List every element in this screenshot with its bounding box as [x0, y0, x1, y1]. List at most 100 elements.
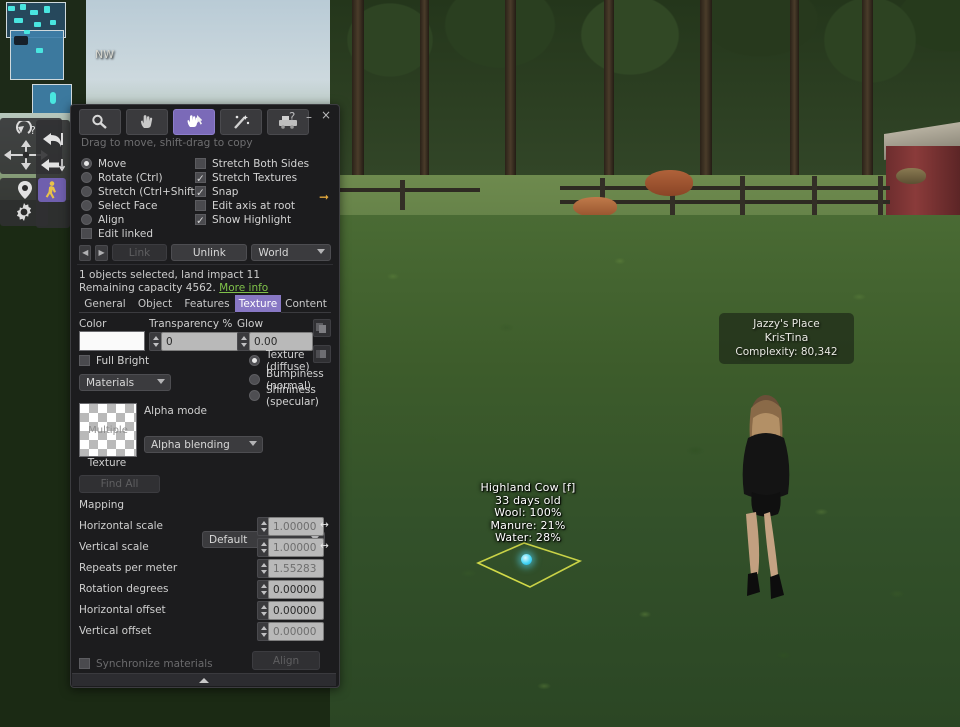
selection-info-line1: 1 objects selected, land impact 11	[79, 269, 261, 281]
horizontal-scale-input[interactable]: 1.00000	[268, 517, 324, 536]
tab-texture[interactable]: Texture	[235, 295, 281, 312]
horizontal-scale-link-icon[interactable]: ↔	[320, 519, 329, 531]
find-all-button[interactable]: Find All	[79, 475, 160, 493]
selection-info-line2: Remaining capacity 4562. More info	[79, 282, 268, 295]
walk-run-toggle-icon[interactable]	[38, 178, 66, 202]
undo-icon[interactable]	[39, 130, 65, 150]
rotation-degrees-input[interactable]: 0.00000	[268, 580, 324, 599]
cow	[573, 197, 617, 217]
link-row[interactable]: ◀ ▶ Link Unlink World	[79, 244, 331, 261]
fence-post	[878, 176, 883, 220]
tab-features[interactable]: Features	[179, 295, 235, 313]
alpha-mode-select[interactable]: Alpha blending	[144, 436, 263, 453]
prev-object-button[interactable]: ◀	[79, 244, 92, 261]
link-button[interactable]: Link	[111, 244, 168, 261]
unlink-button[interactable]: Unlink	[171, 244, 248, 261]
fence-rail	[560, 186, 890, 190]
texture-swatch[interactable]: Multiple	[79, 403, 137, 457]
checkbox-edit-axis-at-root[interactable]: Edit axis at root	[195, 199, 335, 213]
back-arrow-icon[interactable]	[39, 156, 65, 174]
land-tool[interactable]	[267, 109, 309, 135]
gear-icon[interactable]	[14, 202, 34, 222]
repeats-per-meter-input[interactable]: 1.55283	[268, 559, 324, 578]
materials-value: Materials	[86, 376, 135, 389]
checkbox-stretch-textures[interactable]: ✓ Stretch Textures	[195, 171, 335, 185]
minimap-object	[50, 20, 56, 25]
materials-select[interactable]: Materials	[79, 374, 171, 391]
minimap-object	[8, 6, 15, 11]
checkbox-full-bright[interactable]: Full Bright	[79, 354, 149, 368]
radio-icon	[249, 355, 260, 367]
radio-label: Rotate (Ctrl)	[98, 171, 163, 184]
radio-label: Stretch (Ctrl+Shift)	[98, 185, 199, 198]
minimize-button[interactable]: –	[306, 110, 312, 124]
floater-titlebar[interactable]: ? – ×	[71, 105, 339, 135]
avatar-nametag[interactable]: Jazzy's Place KrisTina Complexity: 80,34…	[719, 313, 854, 364]
edit-tool[interactable]	[173, 109, 215, 135]
minimap-avatar	[50, 92, 56, 104]
color-label: Color	[79, 318, 107, 330]
snap-settings-arrow-icon[interactable]: ➞	[319, 190, 329, 204]
tab-object[interactable]: Object	[131, 295, 179, 313]
rotation-degrees-label: Rotation degrees	[79, 583, 169, 595]
hovertext-line: Water: 28%	[495, 531, 561, 544]
radio-move[interactable]: Move	[81, 157, 201, 171]
close-button[interactable]: ×	[321, 108, 331, 122]
radio-align[interactable]: Align	[81, 213, 201, 227]
collapse-panel-button[interactable]	[72, 673, 336, 686]
camera-rotate-icon[interactable]: ?	[16, 121, 38, 137]
radio-stretch[interactable]: Stretch (Ctrl+Shift)	[81, 185, 201, 199]
checkbox-show-highlight[interactable]: ✓ Show Highlight	[195, 213, 335, 227]
radio-icon	[81, 172, 92, 184]
minimap-object	[30, 10, 38, 15]
create-tool[interactable]	[220, 109, 262, 135]
radio-select-face[interactable]: Select Face	[81, 199, 201, 213]
vertical-offset-input[interactable]: 0.00000	[268, 622, 324, 641]
edit-option-checkboxes[interactable]: Stretch Both Sides ✓ Stretch Textures ✓ …	[195, 157, 335, 227]
radio-shininess-specular[interactable]: Shininess (specular)	[249, 384, 339, 408]
tree-trunk	[604, 0, 614, 200]
minimap-object	[14, 18, 23, 23]
more-info-link[interactable]: More info	[219, 282, 268, 294]
selection-info: 1 objects selected, land impact 11 Remai…	[79, 269, 268, 294]
vertical-scale-input[interactable]: 1.00000	[268, 538, 324, 557]
tree-trunk	[862, 0, 873, 190]
hovertext-line: Highland Cow [f]	[480, 481, 576, 494]
radio-icon	[81, 186, 92, 198]
align-button[interactable]: Align	[252, 651, 320, 670]
next-object-button[interactable]: ▶	[95, 244, 108, 261]
focus-tool[interactable]	[79, 109, 121, 135]
color-swatch[interactable]	[79, 331, 145, 351]
checkbox-stretch-both-sides[interactable]: Stretch Both Sides	[195, 157, 335, 171]
tab-general[interactable]: General	[79, 295, 131, 313]
grab-tool[interactable]	[126, 109, 168, 135]
copy-texture-button[interactable]	[313, 319, 331, 337]
radio-rotate[interactable]: Rotate (Ctrl)	[81, 171, 201, 185]
checkbox-synchronize-materials[interactable]: Synchronize materials	[79, 657, 213, 671]
checkbox-icon: ✓	[195, 214, 206, 228]
tab-strip[interactable]: General Object Features Texture Content	[79, 295, 331, 313]
cow	[645, 170, 693, 196]
edit-mode-radios[interactable]: Move Rotate (Ctrl) Stretch (Ctrl+Shift) …	[81, 157, 201, 241]
checkbox-edit-linked[interactable]: Edit linked	[81, 227, 201, 241]
vertical-scale-link-icon[interactable]: ↔	[320, 540, 329, 552]
help-button[interactable]: ?	[289, 110, 295, 124]
reference-frame-select[interactable]: World	[251, 244, 331, 261]
radio-texture-diffuse[interactable]: Texture (diffuse)	[249, 349, 339, 373]
tab-content[interactable]: Content	[281, 295, 331, 313]
minimap[interactable]	[0, 0, 86, 113]
remaining-capacity-text: Remaining capacity 4562.	[79, 281, 220, 294]
checkbox-snap[interactable]: ✓ Snap	[195, 185, 335, 199]
transparency-label: Transparency %	[149, 318, 233, 330]
horizontal-offset-label: Horizontal offset	[79, 604, 166, 616]
movement-bar[interactable]	[36, 120, 70, 228]
radio-icon	[249, 390, 260, 402]
build-tools-floater[interactable]: ? – × Drag to move, shift-drag to copy M…	[70, 104, 340, 688]
tool-buttons[interactable]	[79, 109, 309, 135]
vertical-offset-label: Vertical offset	[79, 625, 152, 637]
avatar[interactable]	[726, 392, 806, 642]
transparency-input[interactable]: 0	[161, 332, 239, 351]
location-pin-icon[interactable]	[16, 180, 34, 200]
horizontal-offset-input[interactable]: 0.00000	[268, 601, 324, 620]
alpha-mode-label: Alpha mode	[144, 405, 207, 417]
